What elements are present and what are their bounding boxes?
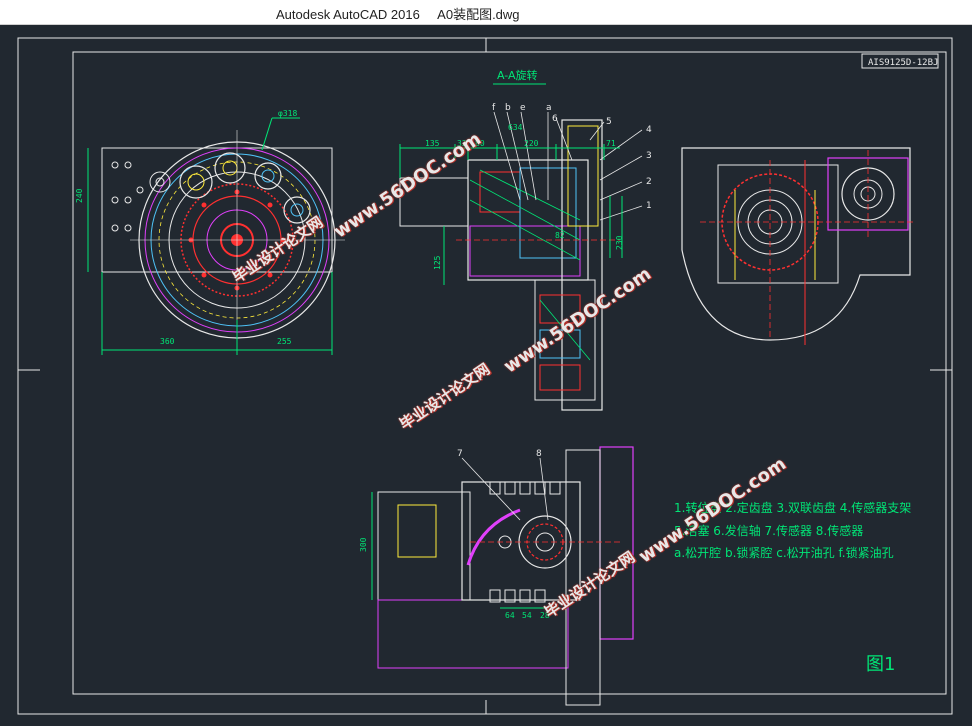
dim-82: 82: [555, 231, 565, 240]
part-number-5: 5: [606, 117, 612, 127]
window-title-bar: Autodesk AutoCAD 2016 A0装配图.dwg: [0, 0, 972, 25]
dim-135: 135: [425, 139, 440, 148]
dim-230: 230: [615, 235, 624, 250]
dim-255: 255: [277, 337, 292, 346]
part-number-7: 7: [457, 449, 463, 459]
section-title: A-A旋转: [497, 68, 538, 82]
part-number-8: 8: [536, 449, 542, 459]
section-letter-e: e: [520, 103, 526, 113]
dim-phi: φ318: [278, 109, 297, 118]
part-number-4: 4: [646, 125, 652, 135]
figure-label: 图1: [866, 654, 895, 675]
dim-64: 64: [505, 611, 515, 620]
notes-line-3: a.松开腔 b.锁紧腔 c.松开油孔 f.锁紧油孔: [674, 545, 894, 560]
part-number-2: 2: [646, 177, 652, 187]
drawing-canvas[interactable]: AIS9125D-12BJ φ318 360 255 240 A-A旋转 f b…: [0, 25, 972, 726]
right-view: [681, 147, 915, 345]
part-number-3: 3: [646, 151, 652, 161]
dim-125: 125: [433, 255, 442, 270]
part-number-6: 6: [552, 114, 558, 124]
section-letter-a: a: [546, 103, 552, 113]
window-title: Autodesk AutoCAD 2016 A0装配图.dwg: [276, 7, 520, 22]
dim-54: 54: [522, 611, 532, 620]
dim-240: 240: [75, 188, 84, 203]
section-letter-b: b: [505, 103, 511, 113]
part-number-1: 1: [646, 201, 652, 211]
dim-300: 300: [359, 537, 368, 552]
dim-360: 360: [160, 337, 175, 346]
section-letter-f: f: [492, 103, 496, 113]
dim-220: 220: [524, 139, 539, 148]
dim-634: 634: [508, 123, 523, 132]
code-box-text: AIS9125D-12BJ: [868, 58, 938, 68]
dim-71: 71: [606, 139, 616, 148]
